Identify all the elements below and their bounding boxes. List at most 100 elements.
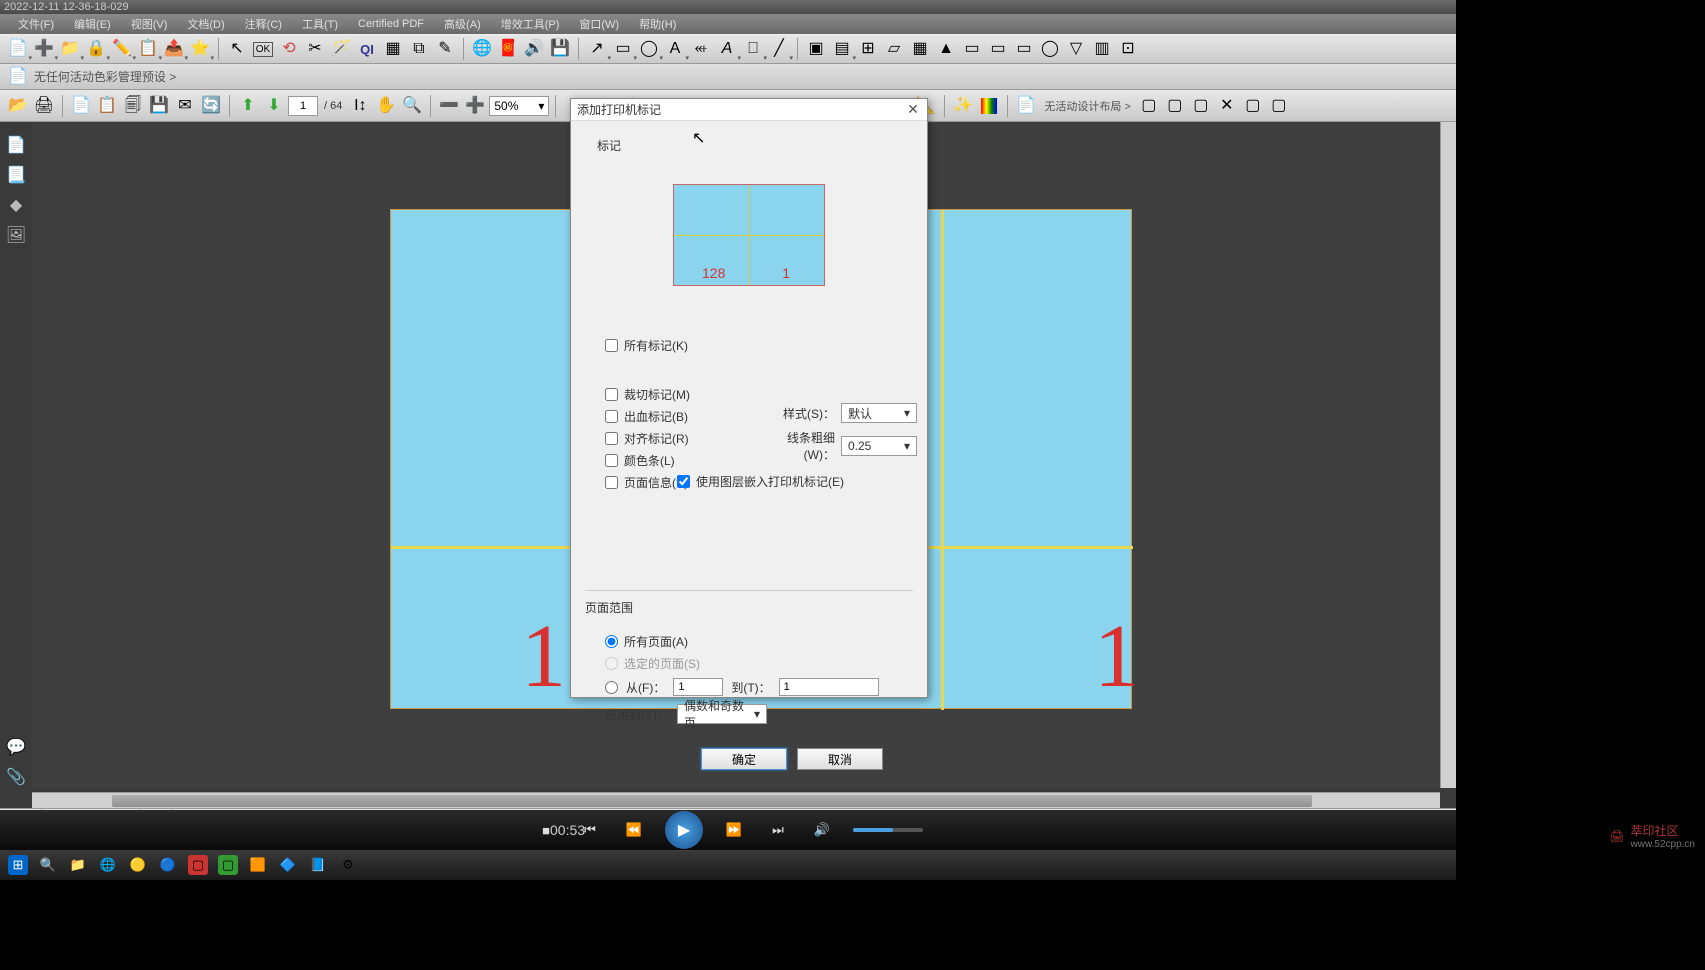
next-button[interactable]: ⏭ bbox=[765, 817, 791, 843]
open-button[interactable]: 📁 bbox=[58, 37, 82, 61]
line-button[interactable]: ╱ bbox=[767, 37, 791, 61]
page2-button[interactable]: 📄 bbox=[1014, 94, 1038, 118]
sign-button[interactable]: ✏️ bbox=[110, 37, 134, 61]
page-number-input[interactable] bbox=[288, 96, 318, 116]
mail-button[interactable]: ✉ bbox=[173, 94, 197, 118]
layer-embed-checkbox[interactable] bbox=[677, 475, 690, 488]
undo-button[interactable]: ⟲ bbox=[277, 37, 301, 61]
stack-button[interactable]: ▦ bbox=[908, 37, 932, 61]
form-button[interactable]: 📋 bbox=[136, 37, 160, 61]
start-button[interactable]: ⊞ bbox=[8, 855, 28, 875]
cut-button[interactable]: ✂ bbox=[303, 37, 327, 61]
new-button[interactable]: 📄 bbox=[6, 37, 30, 61]
add-button[interactable]: ➕ bbox=[32, 37, 56, 61]
task-app3[interactable]: 🟧 bbox=[248, 855, 268, 875]
doc1-button[interactable]: ▭ bbox=[960, 37, 984, 61]
marquee-button[interactable]: ▭ bbox=[611, 37, 635, 61]
task-app5[interactable]: 📘 bbox=[308, 855, 328, 875]
weight-select[interactable]: 0.25▾ bbox=[841, 436, 917, 456]
side-page-icon[interactable]: 📄 bbox=[6, 136, 26, 156]
volume-button[interactable]: 🔊 bbox=[809, 817, 835, 843]
all-pages-radio[interactable] bbox=[605, 635, 618, 648]
spectrum-button[interactable] bbox=[977, 94, 1001, 118]
select-button[interactable]: ↗ bbox=[585, 37, 609, 61]
menu-file[interactable]: 文件(F) bbox=[8, 14, 64, 34]
layers-button[interactable]: ▱ bbox=[882, 37, 906, 61]
menu-advanced[interactable]: 高级(A) bbox=[434, 14, 491, 34]
menu-certified[interactable]: Certified PDF bbox=[348, 16, 434, 32]
scrollbar-horizontal[interactable] bbox=[32, 792, 1440, 808]
extra1-button[interactable]: ▢ bbox=[1137, 94, 1161, 118]
hand-button[interactable]: ✋ bbox=[374, 94, 398, 118]
scrollbar-thumb[interactable] bbox=[112, 795, 1312, 807]
forward-button[interactable]: ⏩ bbox=[721, 817, 747, 843]
zoom-in-button[interactable]: ➕ bbox=[463, 94, 487, 118]
up-button[interactable]: ▲ bbox=[934, 37, 958, 61]
task-search[interactable]: 🔍 bbox=[38, 855, 58, 875]
sound-button[interactable]: 🔊 bbox=[522, 37, 546, 61]
dup-button[interactable]: 🗐 bbox=[121, 94, 145, 118]
color-preference[interactable]: 📄 无任何活动色彩管理预设 > bbox=[8, 68, 176, 85]
task-app2[interactable]: ▢ bbox=[218, 855, 238, 875]
close-button[interactable]: ✕ bbox=[905, 102, 921, 118]
menu-view[interactable]: 视图(V) bbox=[121, 14, 178, 34]
task-browser[interactable]: 🌐 bbox=[98, 855, 118, 875]
task-app6[interactable]: ⚙ bbox=[338, 855, 358, 875]
pdf-button[interactable]: 🧧 bbox=[496, 37, 520, 61]
pages-button[interactable]: ▤ bbox=[830, 37, 854, 61]
grid-button[interactable]: ⊞ bbox=[856, 37, 880, 61]
align-top-button[interactable]: ⬴ bbox=[689, 37, 713, 61]
next-page-button[interactable]: ⬇ bbox=[262, 94, 286, 118]
cancel-button[interactable]: 取消 bbox=[797, 748, 883, 770]
ok-button[interactable]: OK bbox=[251, 37, 275, 61]
funnel-button[interactable]: ▽ bbox=[1064, 37, 1088, 61]
side-attach-icon[interactable]: 📎 bbox=[6, 768, 26, 788]
panel-button[interactable]: ▥ bbox=[1090, 37, 1114, 61]
zoom-button[interactable]: 🔍 bbox=[400, 94, 424, 118]
colorbar-checkbox[interactable] bbox=[605, 454, 618, 467]
circle-button[interactable]: ◯ bbox=[1038, 37, 1062, 61]
to-input[interactable] bbox=[779, 678, 879, 696]
crop-marks-checkbox[interactable] bbox=[605, 388, 618, 401]
menu-edit[interactable]: 编辑(E) bbox=[64, 14, 121, 34]
layout-button[interactable]: ⧉ bbox=[407, 37, 431, 61]
zoom-select[interactable]: 50%▾ bbox=[489, 96, 549, 116]
wand-button[interactable]: 🪄 bbox=[329, 37, 353, 61]
text-select-button[interactable]: I↕ bbox=[348, 94, 372, 118]
lasso-button[interactable]: ◯ bbox=[637, 37, 661, 61]
task-edge[interactable]: 🔵 bbox=[158, 855, 178, 875]
extra3-button[interactable]: ▢ bbox=[1189, 94, 1213, 118]
side-layers-icon[interactable]: ◆ bbox=[6, 196, 26, 216]
menu-window[interactable]: 窗口(W) bbox=[569, 14, 629, 34]
pageinfo-checkbox[interactable] bbox=[605, 476, 618, 489]
save-button[interactable]: 💾 bbox=[548, 37, 572, 61]
crop-button[interactable]: ⎕ bbox=[741, 37, 765, 61]
from-radio[interactable] bbox=[605, 681, 618, 694]
menu-plugins[interactable]: 增效工具(P) bbox=[491, 14, 570, 34]
copy-button[interactable]: 📄 bbox=[69, 94, 93, 118]
task-chrome[interactable]: 🟡 bbox=[128, 855, 148, 875]
layout-label[interactable]: 无活动设计布局 > bbox=[1040, 98, 1134, 114]
bleed-marks-checkbox[interactable] bbox=[605, 410, 618, 423]
from-input[interactable] bbox=[673, 678, 723, 696]
align-marks-checkbox[interactable] bbox=[605, 432, 618, 445]
volume-slider[interactable] bbox=[853, 828, 923, 832]
zoom-out-button[interactable]: ➖ bbox=[437, 94, 461, 118]
ok-button[interactable]: 确定 bbox=[701, 748, 787, 770]
paste-button[interactable]: 📋 bbox=[95, 94, 119, 118]
menu-comment[interactable]: 注释(C) bbox=[235, 14, 292, 34]
play-button[interactable]: ▶ bbox=[665, 811, 703, 849]
side-chat-icon[interactable]: 💬 bbox=[6, 738, 26, 758]
font-button[interactable]: A bbox=[715, 37, 739, 61]
edit-button[interactable]: ✎ bbox=[433, 37, 457, 61]
task-app1[interactable]: ▢ bbox=[188, 855, 208, 875]
star-button[interactable]: ⭐ bbox=[188, 37, 212, 61]
style-select[interactable]: 默认▾ bbox=[841, 403, 917, 423]
refresh-button[interactable]: 🔄 bbox=[199, 94, 223, 118]
menu-document[interactable]: 文档(D) bbox=[177, 14, 234, 34]
menu-tools[interactable]: 工具(T) bbox=[292, 14, 348, 34]
extra2-button[interactable]: ▢ bbox=[1163, 94, 1187, 118]
qi-button[interactable]: QI bbox=[355, 37, 379, 61]
extra5-button[interactable]: ▢ bbox=[1241, 94, 1265, 118]
side-bookmark-icon[interactable]: 🖼 bbox=[6, 226, 26, 246]
